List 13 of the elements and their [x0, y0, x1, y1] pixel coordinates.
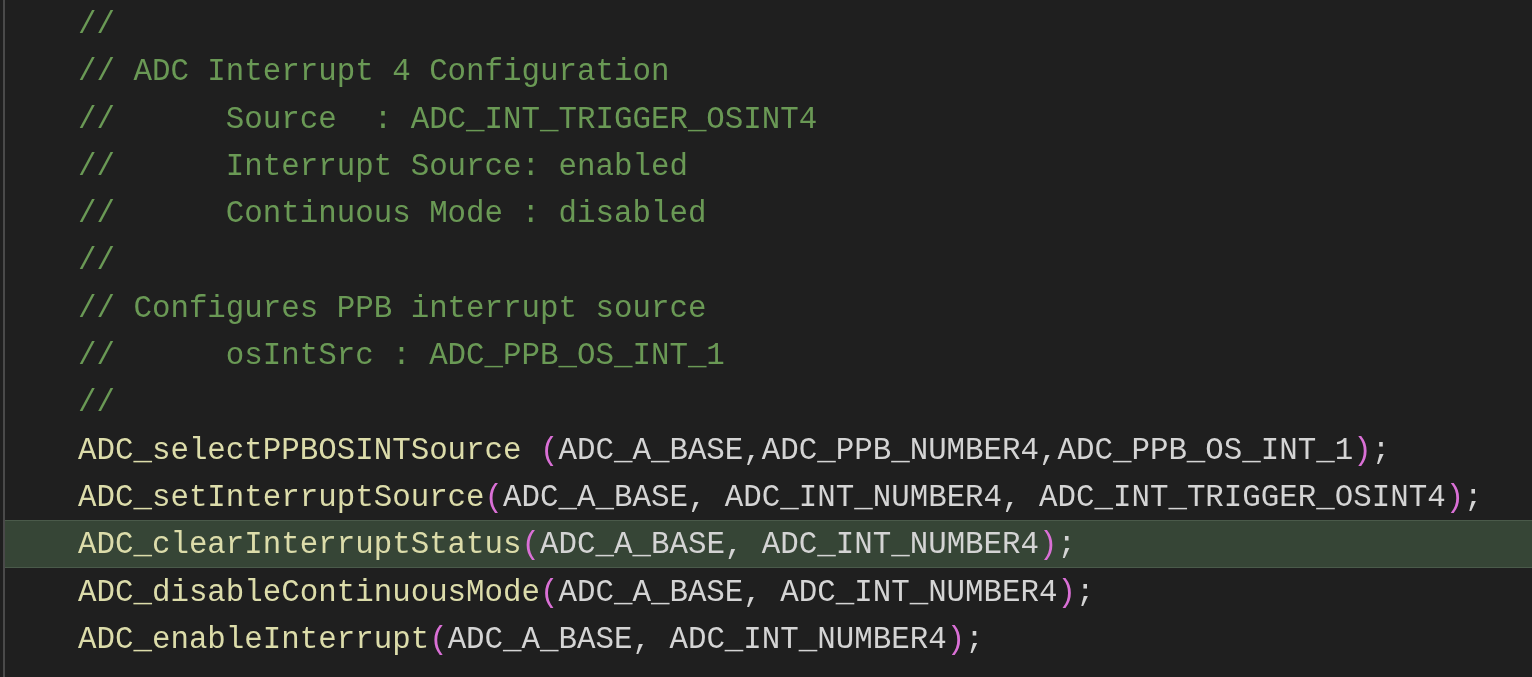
- code-line: //: [77, 6, 116, 44]
- code-line: // Interrupt Source: enabled: [77, 147, 689, 186]
- code-line: // ADC Interrupt 4 Configuration: [77, 53, 671, 92]
- code-line: //: [77, 384, 116, 423]
- code-line: // Source : ADC_INT_TRIGGER_OSINT4: [77, 100, 819, 139]
- code-line: ADC_enableInterrupt(ADC_A_BASE, ADC_INT_NUMBER4);: [77, 620, 985, 659]
- code-line: // Configures PPB interrupt source: [77, 289, 708, 328]
- code-line: ADC_selectPPBOSINTSource (ADC_A_BASE,ADC_PPB_NUMBER4,ADC_PPB_OS_INT_1);: [77, 431, 1392, 470]
- code-line: ADC_disableContinuousMode(ADC_A_BASE, ADC_INT_NUMBER4);: [77, 573, 1096, 612]
- code-line: ADC_setInterruptSource(ADC_A_BASE, ADC_INT_NUMBER4, ADC_INT_TRIGGER_OSINT4);: [77, 478, 1484, 517]
- code-line: // osIntSrc : ADC_PPB_OS_INT_1: [77, 337, 726, 376]
- code-line: //: [77, 242, 116, 281]
- code-line: // Continuous Mode : disabled: [77, 195, 708, 234]
